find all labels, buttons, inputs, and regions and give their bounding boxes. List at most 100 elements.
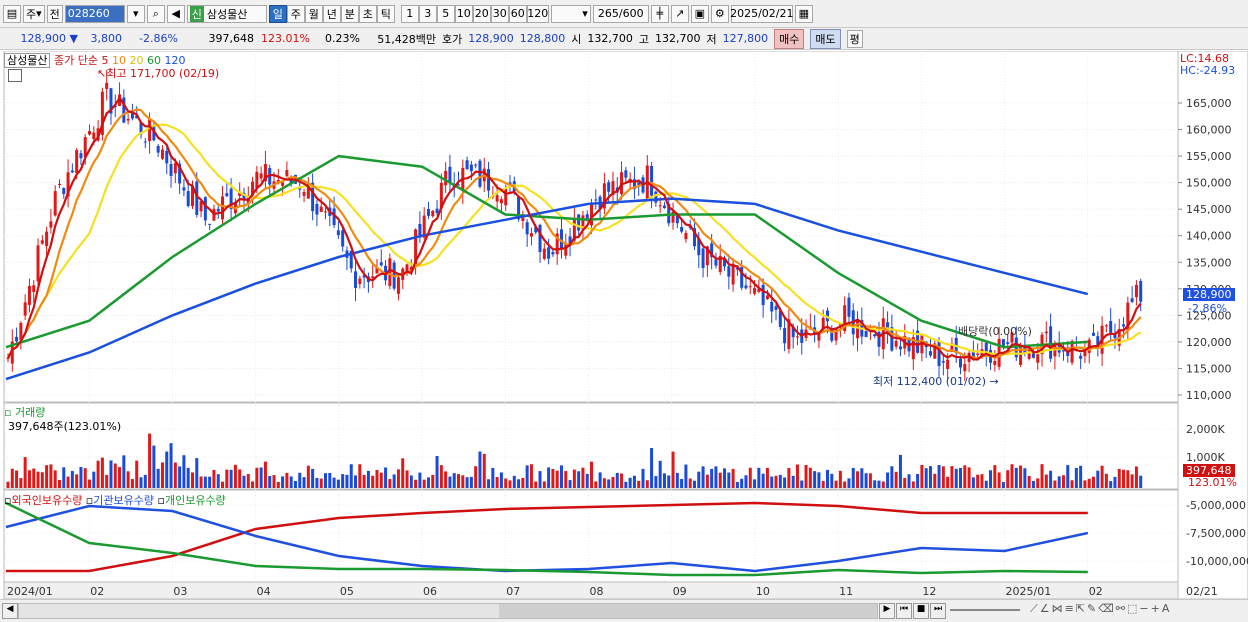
angle-tool-icon[interactable]: ∠ [1040, 602, 1052, 615]
volume-bar [740, 478, 744, 488]
volume-bar [75, 474, 79, 488]
tab-month[interactable]: 월 [304, 4, 323, 23]
scroll-thumb[interactable] [499, 604, 877, 618]
tab-second[interactable]: 초 [358, 4, 377, 23]
tab-week[interactable]: 주 [286, 4, 305, 23]
volume-bar [959, 467, 963, 488]
candle-body [143, 141, 147, 143]
calendar-icon[interactable]: ▦ [794, 4, 813, 23]
volume-bar [405, 470, 409, 488]
zoom-slider[interactable] [950, 609, 1020, 611]
stock-name-field[interactable]: 신 삼성물산 [186, 4, 267, 23]
tab-day[interactable]: 일 [268, 4, 287, 23]
volume-bar [851, 467, 855, 488]
market-select[interactable]: 주 ▾ [23, 4, 45, 23]
current-price: 128,900 ▼ [20, 32, 78, 45]
volume-bar [285, 472, 289, 488]
eval-button[interactable]: 평 [846, 29, 863, 48]
interval-1[interactable]: 1 [400, 4, 419, 23]
fib-tool-icon[interactable]: ⋈ [1052, 602, 1065, 615]
candle-body [898, 346, 902, 350]
candle-body [941, 361, 945, 363]
candle-body [654, 191, 658, 203]
link-tool-icon[interactable]: ⚯ [1116, 602, 1127, 615]
erase-tool-icon[interactable]: ⌫ [1098, 602, 1116, 615]
interval-10[interactable]: 10 [454, 4, 473, 23]
x-tick-label-end: 02/21 [1186, 585, 1218, 598]
scroll-track[interactable] [18, 603, 878, 619]
zoom-out-icon[interactable]: − [1139, 602, 1150, 615]
text-tool-icon[interactable]: ≡ [1065, 602, 1076, 615]
jump-end-button[interactable]: ⏭ [930, 603, 946, 619]
gear-icon[interactable]: ⚙ [710, 4, 729, 23]
interval-20[interactable]: 20 [472, 4, 491, 23]
pencil-tool-icon[interactable]: ✎ [1087, 602, 1098, 615]
count-field[interactable]: 265/600 [592, 4, 649, 23]
tab-year[interactable]: 년 [322, 4, 341, 23]
shape-tool-icon[interactable]: ⬚ [1127, 602, 1139, 615]
volume-bar [727, 472, 731, 488]
interval-30[interactable]: 30 [490, 4, 509, 23]
volume-bar [92, 471, 96, 488]
line-tool-icon[interactable]: ⟋ [1030, 602, 1040, 615]
dropdown-icon[interactable]: ▾ [126, 4, 145, 23]
candle-body [547, 247, 551, 259]
open-price: 132,700 [587, 32, 633, 45]
interval-120[interactable]: 120 [526, 4, 549, 23]
candle-body [761, 284, 765, 306]
grid-icon[interactable] [8, 69, 22, 82]
volume-bar [1019, 465, 1023, 488]
period-prev-select[interactable]: 전 [46, 4, 63, 23]
price-tick-label: 155,000 [1186, 150, 1232, 163]
volume-bar [1139, 475, 1143, 488]
jump-start-button[interactable]: ⏮ [896, 603, 912, 619]
candle-body [57, 183, 61, 185]
candle-body [946, 359, 950, 369]
buy-button[interactable]: 매수 [774, 28, 805, 49]
stop-button[interactable]: ■ [913, 603, 929, 619]
stock-code-input[interactable]: 028260 [64, 4, 125, 23]
volume-bar [886, 472, 890, 488]
volume-bar [118, 467, 122, 488]
date-field[interactable]: 2025/02/21 [730, 4, 793, 23]
volume-bar [898, 454, 902, 488]
volume-bar [414, 479, 418, 488]
candle-body [324, 211, 328, 213]
scroll-right-button[interactable]: ▶ [879, 603, 895, 619]
volume-bar [594, 481, 598, 488]
tab-tick[interactable]: 틱 [376, 4, 395, 23]
interval-5[interactable]: 5 [436, 4, 455, 23]
draw-tool-icon[interactable]: ↗ [670, 4, 689, 23]
low-annotation: 최저 112,400 (01/02) → [873, 375, 999, 388]
chart-menu-icon[interactable]: ▤ [3, 4, 21, 23]
save-icon[interactable]: ▣ [690, 4, 709, 23]
font-size-icon[interactable]: A [1162, 602, 1172, 615]
interval-3[interactable]: 3 [418, 4, 437, 23]
trade-amount: 51,428백만 [377, 32, 436, 46]
candle-body [538, 224, 542, 252]
search-icon[interactable]: ⌕ [146, 4, 165, 23]
volume-bar [242, 475, 246, 488]
scroll-left-button[interactable]: ◀ [2, 603, 18, 619]
candle-body [701, 248, 705, 268]
volume-bar [843, 481, 847, 488]
volume-bar [941, 466, 945, 488]
interval-60[interactable]: 60 [508, 4, 527, 23]
candle-body [671, 211, 675, 223]
candle-body [976, 353, 980, 356]
volume-bar [950, 466, 954, 488]
volume-bar [469, 476, 473, 488]
speaker-icon[interactable]: ◀ [166, 4, 185, 23]
chart-canvas[interactable]: 165,000 160,000 155,000 150,000 145,000 140,0… [0, 50, 1248, 600]
cursor-tool-icon[interactable]: ⇱ [1076, 602, 1087, 615]
candle-body [70, 170, 74, 173]
zoom-in-icon[interactable]: + [1151, 602, 1162, 615]
volume-bar [431, 474, 435, 488]
sell-button[interactable]: 매도 [810, 28, 841, 49]
tab-minute[interactable]: 분 [340, 4, 359, 23]
open-label: 시 [571, 32, 582, 46]
quote-line: 128,900 ▼ 3,800 -2.86% 397,648 123.01% 0… [0, 28, 1248, 50]
candle-type-icon[interactable]: ╪ [650, 4, 669, 23]
volume-bar [774, 475, 778, 488]
interval-custom-select[interactable]: ▾ [550, 4, 591, 23]
